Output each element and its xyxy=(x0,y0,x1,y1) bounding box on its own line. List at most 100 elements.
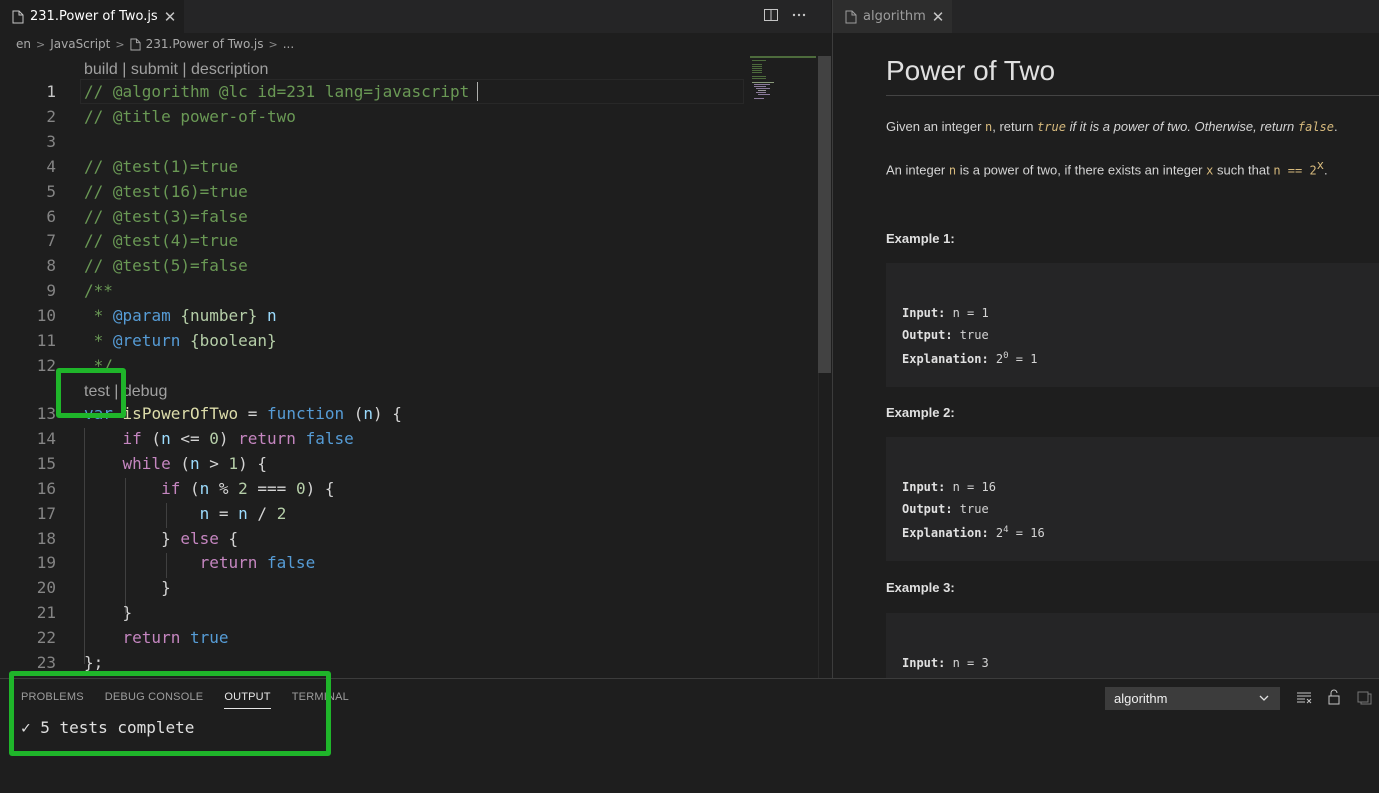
code-line[interactable]: 11 * @return {boolean} xyxy=(0,329,818,353)
code-line[interactable]: 6 // @test(3)=false xyxy=(0,205,818,229)
example-2-title: Example 2: xyxy=(886,405,955,420)
chevron-down-icon xyxy=(1257,691,1271,705)
chevron-right-icon: > xyxy=(268,37,278,51)
output-channel-value: algorithm xyxy=(1114,691,1168,706)
more-actions-icon[interactable] xyxy=(791,7,807,27)
breadcrumb-item-symbol[interactable]: ... xyxy=(283,37,294,51)
code-line[interactable]: 14 if (n <= 0) return false xyxy=(0,427,818,451)
editor-actions xyxy=(763,0,807,33)
preview-tab-bar: algorithm ✕ xyxy=(833,0,1379,33)
example-1-input: Input: n = 1 xyxy=(902,306,989,320)
code-line[interactable]: 5 // @test(16)=true xyxy=(0,180,818,204)
line-number: 18 xyxy=(36,529,56,548)
example-1-title: Example 1: xyxy=(886,231,955,246)
code-line[interactable]: 15 while (n > 1) { xyxy=(0,452,818,476)
example-3-input: Input: n = 3 xyxy=(902,656,989,670)
code-line[interactable]: 3 xyxy=(0,130,818,154)
example-1-explanation: Explanation: 20 = 1 xyxy=(902,351,1038,366)
code-text: return false xyxy=(199,553,316,572)
code-text: * @param {number} n xyxy=(84,306,277,325)
line-number: 11 xyxy=(36,331,56,350)
tab-power-of-two-js[interactable]: 231.Power of Two.js ✕ xyxy=(0,0,185,33)
line-number: 22 xyxy=(36,628,56,647)
close-icon[interactable]: ✕ xyxy=(932,8,945,26)
code-line[interactable]: 2 // @title power-of-two xyxy=(0,105,818,129)
code-line[interactable]: 22 return true xyxy=(0,626,818,650)
code-line[interactable]: 16 if (n % 2 === 0) { xyxy=(0,477,818,501)
code-line[interactable]: 7 // @test(4)=true xyxy=(0,229,818,253)
code-line[interactable]: 17 n = n / 2 xyxy=(0,502,818,526)
breadcrumb-item-en[interactable]: en xyxy=(16,37,31,51)
code-text: if (n <= 0) return false xyxy=(122,429,354,448)
example-1-output: Output: true xyxy=(902,328,989,342)
code-editor[interactable]: build | submit | description test | debu… xyxy=(0,56,818,678)
codelens-debug[interactable]: debug xyxy=(123,383,168,400)
code-text: } else { xyxy=(84,529,239,548)
editor-tab-bar: 231.Power of Two.js ✕ xyxy=(0,0,831,33)
split-editor-icon[interactable] xyxy=(763,7,779,27)
output-channel-select[interactable]: algorithm xyxy=(1105,687,1280,710)
editor-scrollbar-thumb[interactable] xyxy=(818,56,831,373)
code-line[interactable]: 1 // @algorithm @lc id=231 lang=javascrip… xyxy=(0,80,818,104)
divider xyxy=(886,95,1379,96)
clear-output-icon[interactable] xyxy=(1296,689,1312,709)
line-number: 7 xyxy=(46,231,56,250)
example-1-block: Input: n = 1 Output: true Explanation: 2… xyxy=(886,263,1379,387)
chevron-right-icon: > xyxy=(36,37,46,51)
code-line[interactable]: 19 return false xyxy=(0,551,818,575)
code-text: // @test(5)=false xyxy=(84,256,248,275)
editor-group: 231.Power of Two.js ✕ en > JavaScript > … xyxy=(0,0,831,678)
code-line[interactable]: 8 // @test(5)=false xyxy=(0,254,818,278)
line-number: 9 xyxy=(46,281,56,300)
preview-group: algorithm ✕ Power of Two Given an intege… xyxy=(832,0,1379,678)
example-2-block: Input: n = 16 Output: true Explanation: … xyxy=(886,437,1379,561)
line-number: 20 xyxy=(36,578,56,597)
open-log-file-icon[interactable] xyxy=(1356,689,1372,709)
text-cursor xyxy=(477,82,488,101)
breadcrumb-item-file[interactable]: 231.Power of Two.js xyxy=(146,37,264,51)
code-line[interactable]: 10 * @param {number} n xyxy=(0,304,818,328)
minimap[interactable] xyxy=(750,56,816,106)
line-number: 2 xyxy=(46,107,56,126)
code-text: // @test(3)=false xyxy=(84,207,248,226)
example-2-explanation: Explanation: 24 = 16 xyxy=(902,525,1045,540)
line-number: 21 xyxy=(36,603,56,622)
line-number: 19 xyxy=(36,553,56,572)
close-icon[interactable]: ✕ xyxy=(164,8,177,26)
line-number: 1 xyxy=(46,82,56,101)
code-line[interactable]: 20 } xyxy=(0,576,818,600)
code-text: n = n / 2 xyxy=(199,504,287,523)
lock-scroll-icon[interactable] xyxy=(1326,689,1342,709)
code-text: } xyxy=(84,578,171,597)
example-3-block: Input: n = 3 xyxy=(886,613,1379,678)
file-icon xyxy=(130,38,141,51)
tab-algorithm[interactable]: algorithm ✕ xyxy=(833,0,953,33)
breadcrumb-item-javascript[interactable]: JavaScript xyxy=(50,37,110,51)
code-text: // @test(4)=true xyxy=(84,231,239,250)
codelens-build-submit-description[interactable]: build | submit | description xyxy=(84,60,268,80)
tab-label: 231.Power of Two.js xyxy=(30,9,158,24)
code-text: // @title power-of-two xyxy=(84,107,296,126)
code-text: * @return {boolean} xyxy=(84,331,277,350)
code-line[interactable]: 21 } xyxy=(0,601,818,625)
breadcrumb: en > JavaScript > 231.Power of Two.js > … xyxy=(0,33,831,55)
line-number: 12 xyxy=(36,356,56,375)
code-text: // @test(16)=true xyxy=(84,182,248,201)
line-number: 10 xyxy=(36,306,56,325)
line-number: 16 xyxy=(36,479,56,498)
code-line[interactable]: 4 // @test(1)=true xyxy=(0,155,818,179)
chevron-right-icon: > xyxy=(115,37,125,51)
panel-actions xyxy=(1296,689,1372,709)
problem-title: Power of Two xyxy=(886,55,1056,86)
line-number: 15 xyxy=(36,454,56,473)
code-text: // @test(1)=true xyxy=(84,157,239,176)
line-number: 4 xyxy=(46,157,56,176)
code-text: var isPowerOfTwo = function (n) { xyxy=(84,404,402,423)
code-line[interactable]: 9 /** xyxy=(0,279,818,303)
line-number: 17 xyxy=(36,504,56,523)
code-text: /** xyxy=(84,281,113,300)
code-line[interactable]: 18 } else { xyxy=(0,527,818,551)
code-text: if (n % 2 === 0) { xyxy=(161,479,335,498)
line-number: 3 xyxy=(46,132,56,151)
code-text: while (n > 1) { xyxy=(122,454,268,473)
